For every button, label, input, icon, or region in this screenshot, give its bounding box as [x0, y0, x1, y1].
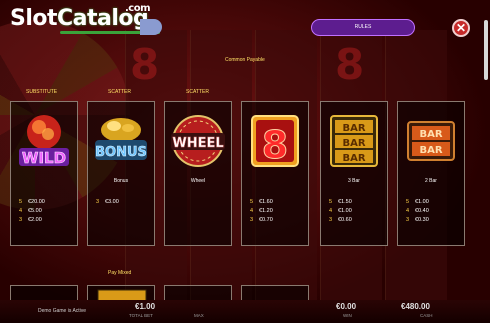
- close-icon: ✕: [455, 21, 467, 35]
- section-label-substitute: SUBSTITUTE: [26, 89, 58, 95]
- wild-symbol-icon: WILD: [15, 110, 73, 172]
- section-label-scatter: SCATTER: [108, 89, 131, 95]
- eight-pays: 5 €1.60 4 €1.20 3 €0.70: [250, 198, 273, 225]
- slotcatalog-logo: SlotCatalog .com: [10, 3, 151, 31]
- triple-bar-pays: 5 €1.50 4 €1.00 3 €0.60: [329, 198, 352, 225]
- pay-row: 4 €5.00: [19, 208, 42, 214]
- demo-game-notice: Demo Game is Active: [38, 308, 87, 314]
- wheel-symbol-icon: WHEEL: [169, 110, 227, 172]
- paytable-tab[interactable]: [140, 19, 162, 35]
- pay-row: 3 €0.70: [250, 217, 273, 223]
- pay-row: 5 €1.50: [329, 199, 352, 205]
- pay-mixed-label: Pay Mixed: [108, 270, 132, 276]
- pay-row: 4 €1.20: [250, 208, 273, 214]
- section-label-scatter: SCATTER: [186, 89, 209, 95]
- wheel-symbol-text: WHEEL: [172, 136, 223, 151]
- paytable-card-wheel: WHEEL Wheel: [164, 101, 232, 246]
- scrollbar[interactable]: [484, 20, 488, 80]
- svg-text:BAR: BAR: [342, 138, 365, 149]
- paytable-card-2bar: BAR BAR 2 Bar 5 €1.00 4 €0.40 3 €0.30: [397, 101, 465, 246]
- total-bet-label: TOTAL BET: [129, 313, 153, 318]
- triple-bar-symbol-icon: BAR BAR BAR: [325, 110, 383, 172]
- svg-text:BAR: BAR: [419, 129, 442, 140]
- double-bar-pays: 5 €1.00 4 €0.40 3 €0.30: [406, 198, 429, 225]
- bottom-control-bar: Demo Game is Active €1.00 TOTAL BET MAX …: [0, 300, 490, 323]
- total-bet-amount: €1.00: [135, 302, 156, 311]
- background-eight-symbol: 8: [335, 40, 365, 89]
- pay-row: 4 €1.00: [329, 208, 352, 214]
- paytable-card-bonus: BONUS Bonus 3 €3.00: [87, 101, 155, 246]
- logo-slot-text: Slot: [10, 6, 58, 31]
- cash-amount: €480.00: [401, 302, 430, 311]
- eight-symbol-icon: 8: [246, 110, 304, 172]
- pay-row: 3 €0.60: [329, 217, 352, 223]
- pay-row: 4 €0.40: [406, 208, 429, 214]
- wild-pays: 5 €20.00 4 €5.00 3 €2.00: [19, 198, 45, 225]
- paytable-card-3bar: BAR BAR BAR 3 Bar 5 €1.50 4 €1.00 3 €0.60: [320, 101, 388, 246]
- svg-text:BAR: BAR: [342, 153, 365, 164]
- double-bar-symbol-icon: BAR BAR: [402, 110, 460, 172]
- pay-row: 5 €1.00: [406, 199, 429, 205]
- pay-row: 5 €20.00: [19, 199, 45, 205]
- card-name-2bar: 2 Bar: [425, 178, 437, 184]
- bonus-symbol-text: BONUS: [95, 145, 147, 160]
- bonus-symbol-icon: BONUS: [92, 110, 150, 172]
- card-name-bonus: Bonus: [113, 178, 129, 184]
- svg-text:BAR: BAR: [419, 145, 442, 156]
- win-label: WIN: [343, 313, 352, 318]
- pay-row: 3 €3.00: [96, 199, 119, 205]
- card-name-wheel: Wheel: [190, 178, 206, 184]
- pay-row: 3 €0.30: [406, 217, 429, 223]
- card-name-3bar: 3 Bar: [348, 178, 360, 184]
- paytable-card-wild: WILD 5 €20.00 4 €5.00 3 €2.00: [10, 101, 78, 246]
- eight-symbol-text: 8: [262, 123, 288, 167]
- pay-row: 3 €2.00: [19, 217, 42, 223]
- svg-text:BAR: BAR: [342, 123, 365, 134]
- rules-tab[interactable]: RULES: [311, 19, 415, 36]
- win-amount: €0.00: [336, 302, 357, 311]
- bonus-pays: 3 €3.00: [96, 198, 119, 207]
- background-eight-symbol: 8: [130, 40, 160, 89]
- paytable-card-eight: 8 5 €1.60 4 €1.20 3 €0.70: [241, 101, 309, 246]
- max-bet-button[interactable]: MAX: [194, 313, 204, 318]
- wild-symbol-text: WILD: [22, 149, 66, 167]
- logo-com-text: .com: [125, 3, 151, 14]
- pay-row: 5 €1.60: [250, 199, 273, 205]
- close-button[interactable]: ✕: [452, 19, 470, 37]
- common-payable-label: Common Payable: [225, 57, 265, 63]
- cash-label: CASH: [420, 313, 433, 318]
